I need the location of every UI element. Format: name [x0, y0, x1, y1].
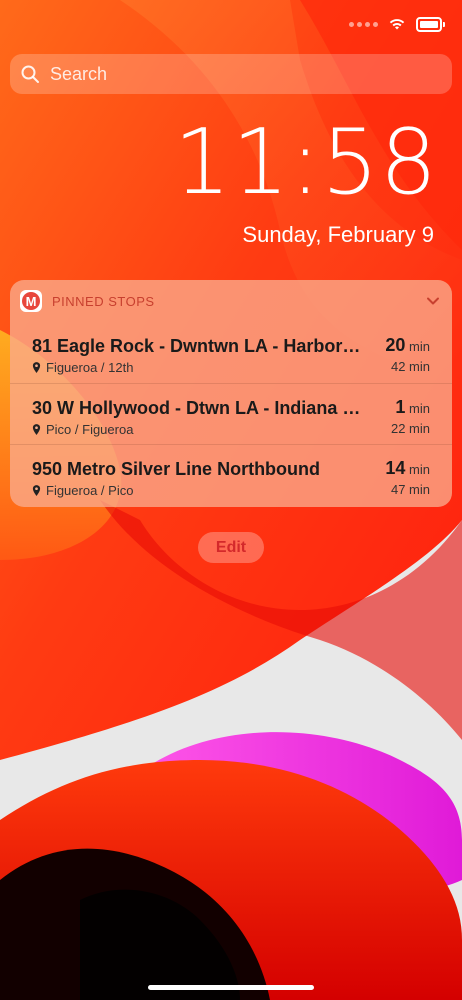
pinned-stop-row[interactable]: 950 Metro Silver Line Northbound Figuero… — [10, 444, 452, 505]
next-arrival: 20 min — [385, 335, 430, 355]
home-indicator[interactable] — [148, 985, 314, 990]
location-pin-icon — [32, 424, 41, 435]
wifi-icon — [389, 19, 405, 30]
location-pin-icon — [32, 485, 41, 496]
pinned-stop-row[interactable]: 81 Eagle Rock - Dwntwn LA - Harbor Gatew… — [10, 322, 452, 383]
metro-logo: M — [22, 292, 40, 310]
search-icon — [21, 65, 39, 83]
lockscreen-date: Sunday, February 9 — [242, 222, 434, 247]
route-name: 950 Metro Silver Line Northbound — [32, 459, 321, 479]
route-name: 81 Eagle Rock - Dwntwn LA - Harbor Gatew… — [32, 336, 362, 356]
battery-icon — [416, 16, 445, 32]
later-arrival: 42 min — [390, 359, 430, 374]
edit-widgets-button[interactable]: Edit — [198, 532, 264, 563]
signal-dots-icon — [349, 21, 378, 27]
metro-app-icon: M — [20, 290, 42, 312]
widget-header[interactable]: M PINNED STOPS — [10, 280, 452, 322]
pinned-stops-widget: M PINNED STOPS 81 Eagle Rock - Dwntwn LA… — [10, 280, 452, 507]
route-name: 30 W Hollywood - Dtwn LA - Indiana St St… — [32, 398, 362, 418]
chevron-down-icon[interactable] — [426, 294, 440, 308]
lockscreen-time: 11:58 — [173, 110, 438, 215]
later-arrival: 47 min — [390, 482, 430, 497]
next-arrival: 14 min — [385, 458, 430, 478]
location-pin-icon — [32, 362, 41, 373]
stop-name: Figueroa / 12th — [46, 360, 134, 375]
status-bar — [349, 12, 445, 36]
stop-name: Pico / Figueroa — [46, 422, 134, 437]
search-input[interactable] — [48, 62, 452, 86]
pinned-stop-row[interactable]: 30 W Hollywood - Dtwn LA - Indiana St St… — [10, 383, 452, 444]
next-arrival: 1 min — [395, 397, 430, 417]
widget-title: PINNED STOPS — [52, 293, 155, 309]
later-arrival: 22 min — [390, 421, 430, 436]
search-bar[interactable] — [10, 54, 452, 94]
stop-name: Figueroa / Pico — [46, 483, 134, 498]
